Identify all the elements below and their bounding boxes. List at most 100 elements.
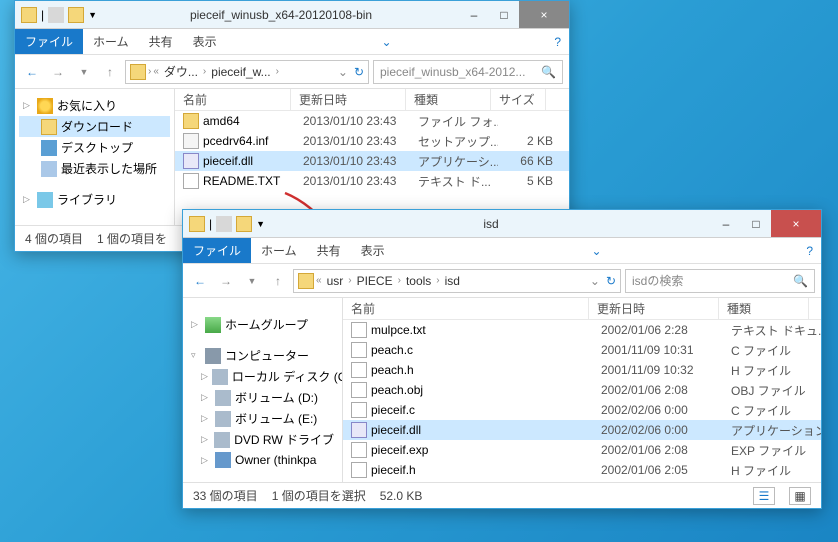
ribbon-expand-icon[interactable]: ⌄ (583, 244, 609, 258)
titlebar[interactable]: | ▼ pieceif_winusb_x64-20120108-bin ‒ □ … (15, 1, 569, 29)
breadcrumb-item[interactable]: ダウ... (161, 63, 201, 80)
file-row[interactable]: pieceif.h2002/01/06 2:05H ファイル (343, 460, 821, 480)
breadcrumb[interactable]: « usr › PIECE › tools › isd ⌄ ↻ (293, 269, 621, 293)
minimize-button[interactable]: ‒ (459, 1, 489, 28)
close-button[interactable]: × (519, 1, 569, 28)
breadcrumb-item[interactable]: isd (442, 274, 463, 288)
breadcrumb-item[interactable]: tools (403, 274, 434, 288)
up-button[interactable]: ↑ (99, 61, 121, 83)
breadcrumb[interactable]: › « ダウ... › pieceif_w... › ⌄ ↻ (125, 60, 369, 84)
nav-network-location[interactable]: ▷Owner (thinkpa (187, 450, 338, 470)
qat-dropdown-icon[interactable]: ▼ (256, 219, 265, 229)
address-dropdown-icon[interactable]: ⌄ (590, 274, 600, 288)
dvd-icon (214, 432, 230, 448)
file-name: pieceif.exp (371, 443, 601, 457)
file-type: アプリケーシ... (418, 153, 498, 170)
col-type[interactable]: 種類 (719, 298, 809, 319)
titlebar[interactable]: | ▼ isd ‒ □ × (183, 210, 821, 238)
maximize-button[interactable]: □ (489, 1, 519, 28)
qat-newfolder-icon[interactable] (68, 7, 84, 23)
qat-newfolder-icon[interactable] (236, 216, 252, 232)
file-row[interactable]: mulpce.txt2002/01/06 2:28テキスト ドキュ... (343, 320, 821, 340)
file-row[interactable]: peach.obj2002/01/06 2:08OBJ ファイル (343, 380, 821, 400)
nav-libraries[interactable]: ▷ライブラリ (19, 189, 170, 210)
tab-view[interactable]: 表示 (351, 238, 395, 263)
refresh-icon[interactable]: ↻ (354, 65, 364, 79)
file-row[interactable]: peach.c2001/11/09 10:31C ファイル (343, 340, 821, 360)
chevron-right-icon[interactable]: › (276, 66, 279, 77)
col-date[interactable]: 更新日時 (291, 89, 406, 110)
tab-home[interactable]: ホーム (251, 238, 307, 263)
search-input[interactable]: pieceif_winusb_x64-2012... 🔍 (373, 60, 563, 84)
file-date: 2002/01/06 2:08 (601, 383, 731, 397)
nav-drive-d[interactable]: ▷ボリューム (D:) (187, 387, 338, 408)
chevron-right-icon[interactable]: › (148, 66, 151, 77)
file-type: OBJ ファイル (731, 382, 821, 399)
chevron-right-icon[interactable]: › (398, 275, 401, 286)
help-icon[interactable]: ? (546, 35, 569, 49)
breadcrumb-item[interactable]: pieceif_w... (208, 65, 273, 79)
tab-share[interactable]: 共有 (307, 238, 351, 263)
nav-drive-e[interactable]: ▷ボリューム (E:) (187, 408, 338, 429)
qat-sep: | (41, 8, 44, 22)
file-row[interactable]: pcedrv64.inf2013/01/10 23:43セットアップ...2 K… (175, 131, 569, 151)
address-dropdown-icon[interactable]: ⌄ (338, 65, 348, 79)
qat-properties-icon[interactable] (216, 216, 232, 232)
file-type: H ファイル (731, 462, 821, 479)
tab-file[interactable]: ファイル (183, 238, 251, 263)
qat-properties-icon[interactable] (48, 7, 64, 23)
tab-home[interactable]: ホーム (83, 29, 139, 54)
history-dropdown-icon[interactable]: ▼ (241, 270, 263, 292)
refresh-icon[interactable]: ↻ (606, 274, 616, 288)
file-row[interactable]: amd642013/01/10 23:43ファイル フォ... (175, 111, 569, 131)
back-button[interactable]: ← (189, 270, 211, 292)
help-icon[interactable]: ? (798, 244, 821, 258)
file-date: 2001/11/09 10:31 (601, 343, 731, 357)
nav-favorites[interactable]: ▷お気に入り (19, 95, 170, 116)
file-row[interactable]: pieceif.exp2002/01/06 2:08EXP ファイル (343, 440, 821, 460)
forward-button[interactable]: → (47, 61, 69, 83)
breadcrumb-item[interactable]: usr (324, 274, 347, 288)
col-date[interactable]: 更新日時 (589, 298, 719, 319)
forward-button[interactable]: → (215, 270, 237, 292)
chevron-right-icon[interactable]: › (348, 275, 351, 286)
nav-homegroup[interactable]: ▷ホームグループ (187, 314, 338, 335)
nav-computer[interactable]: ▿コンピューター (187, 345, 338, 366)
col-name[interactable]: 名前 (175, 89, 291, 110)
chevron-right-icon[interactable]: › (436, 275, 439, 286)
file-row[interactable]: pieceif.dll2013/01/10 23:43アプリケーシ...66 K… (175, 151, 569, 171)
search-icon[interactable]: 🔍 (541, 65, 556, 79)
search-input[interactable]: isdの検索 🔍 (625, 269, 815, 293)
col-type[interactable]: 種類 (406, 89, 491, 110)
col-size[interactable]: サイズ (491, 89, 546, 110)
tab-view[interactable]: 表示 (183, 29, 227, 54)
tab-file[interactable]: ファイル (15, 29, 83, 54)
file-type: C ファイル (731, 402, 821, 419)
nav-recent[interactable]: 最近表示した場所 (19, 158, 170, 179)
view-thumbnails-button[interactable]: ▦ (789, 487, 811, 505)
back-button[interactable]: ← (21, 61, 43, 83)
file-row[interactable]: pieceif.c2002/02/06 0:00C ファイル (343, 400, 821, 420)
nav-downloads[interactable]: ダウンロード (19, 116, 170, 137)
history-dropdown-icon[interactable]: ▼ (73, 61, 95, 83)
tab-share[interactable]: 共有 (139, 29, 183, 54)
search-icon[interactable]: 🔍 (793, 274, 808, 288)
nav-desktop[interactable]: デスクトップ (19, 137, 170, 158)
qat-dropdown-icon[interactable]: ▼ (88, 10, 97, 20)
up-button[interactable]: ↑ (267, 270, 289, 292)
file-row[interactable]: peach.h2001/11/09 10:32H ファイル (343, 360, 821, 380)
ribbon-expand-icon[interactable]: ⌄ (373, 35, 399, 49)
col-name[interactable]: 名前 (343, 298, 589, 319)
view-details-button[interactable]: ☰ (753, 487, 775, 505)
nav-dvd[interactable]: ▷DVD RW ドライブ (187, 429, 338, 450)
file-row[interactable]: pieceif.dll2002/02/06 0:00アプリケーション (343, 420, 821, 440)
breadcrumb-item[interactable]: PIECE (354, 274, 396, 288)
file-row[interactable]: README.TXT2013/01/10 23:43テキスト ド...5 KB (175, 171, 569, 191)
nav-drive-c[interactable]: ▷ローカル ディスク (C (187, 366, 338, 387)
file-date: 2002/01/06 2:08 (601, 443, 731, 457)
chevron-right-icon[interactable]: › (203, 66, 206, 77)
file-name: README.TXT (203, 174, 303, 188)
minimize-button[interactable]: ‒ (711, 210, 741, 237)
maximize-button[interactable]: □ (741, 210, 771, 237)
close-button[interactable]: × (771, 210, 821, 237)
